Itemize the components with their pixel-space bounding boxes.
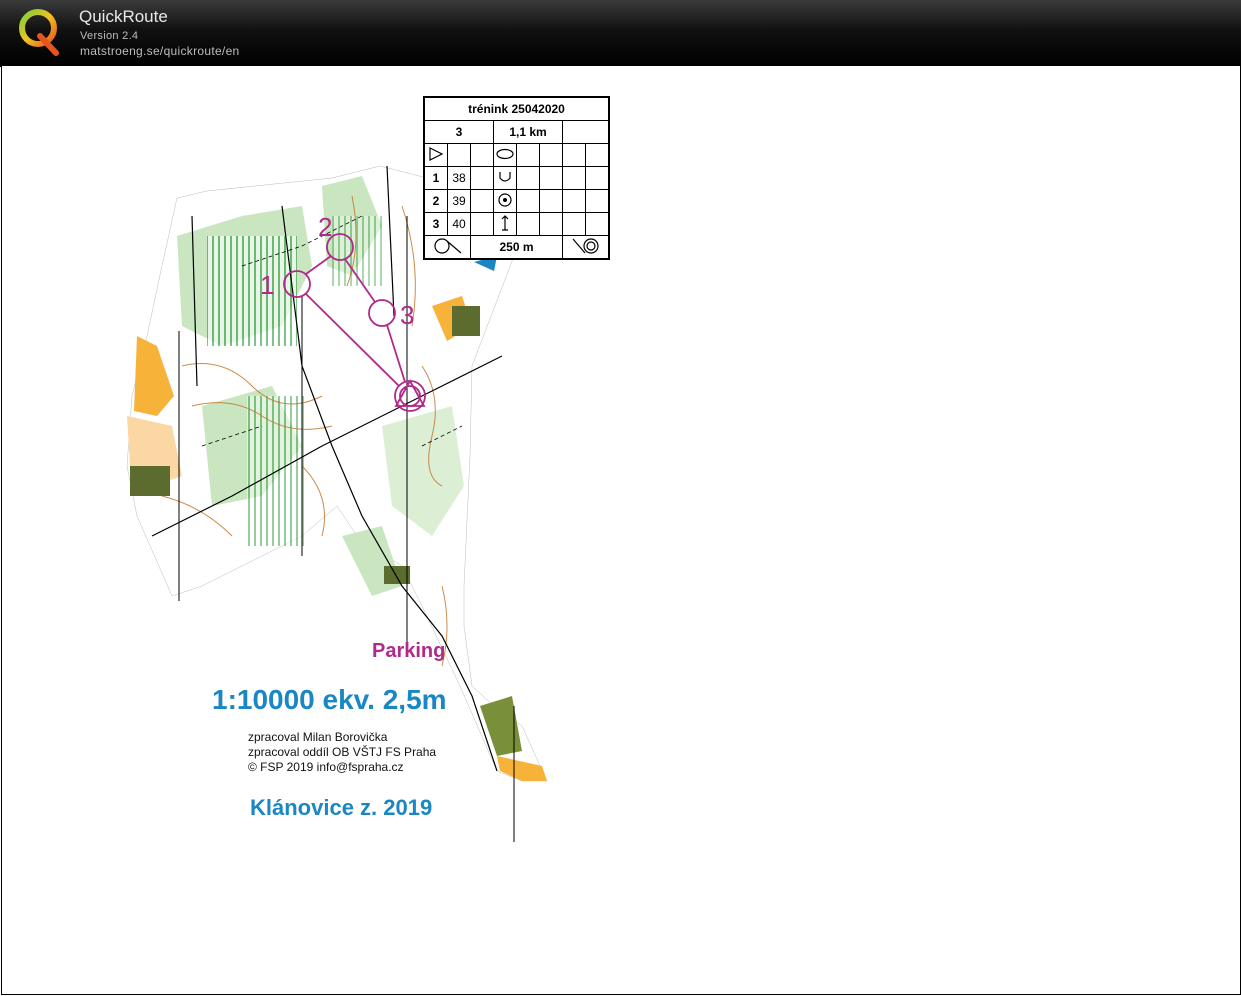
orienteering-map: 1 2 3 [126, 165, 548, 842]
circle-dot-icon [493, 189, 517, 213]
control-number: 3 [424, 212, 448, 236]
control-label-2: 2 [318, 212, 332, 242]
start-triangle-icon [424, 143, 448, 167]
quickroute-logo-icon [19, 9, 59, 56]
ellipse-icon [493, 143, 517, 167]
building [384, 566, 410, 584]
cup-icon [493, 166, 517, 190]
scale-label: 1:10000 ekv. 2,5m [212, 684, 447, 715]
building [130, 466, 170, 496]
app-header: QuickRoute Version 2.4 matstroeng.se/qui… [0, 0, 1241, 67]
credit-line: © FSP 2019 info@fspraha.cz [248, 760, 404, 774]
course-length: 1,1 km [493, 120, 563, 144]
control-number: 1 [424, 166, 448, 190]
control-label-3: 3 [400, 300, 414, 330]
app-title: QuickRoute [79, 7, 168, 26]
control-code: 40 [447, 212, 471, 236]
app-version: Version 2.4 [80, 30, 139, 42]
control-code: 38 [447, 166, 471, 190]
map-canvas[interactable]: 1 2 3 trénink 25042020 3 1,1 km 1 38 2 3… [1, 66, 1241, 995]
app-url-link[interactable]: matstroeng.se/quickroute/en [80, 44, 240, 58]
finish-start-icon [424, 235, 471, 259]
building [452, 306, 480, 336]
control-code: 39 [447, 189, 471, 213]
finish-icon [562, 235, 609, 259]
control-description-sheet: trénink 25042020 3 1,1 km 1 38 2 39 3 40… [423, 96, 610, 260]
credit-line: zpracoval oddíl OB VŠTJ FS Praha [248, 745, 437, 759]
control-label-1: 1 [260, 270, 274, 300]
finish-distance: 250 m [470, 235, 563, 259]
parking-label: Parking [372, 640, 446, 662]
control-number: 2 [424, 189, 448, 213]
map-credits: zpracoval Milan Borovička zpracoval oddí… [248, 730, 436, 775]
map-name: Klánovice z. 2019 [250, 795, 433, 820]
arrow-up-icon [493, 212, 517, 236]
description-title: trénink 25042020 [424, 97, 609, 121]
credit-line: zpracoval Milan Borovička [248, 730, 388, 744]
course-number: 3 [424, 120, 494, 144]
